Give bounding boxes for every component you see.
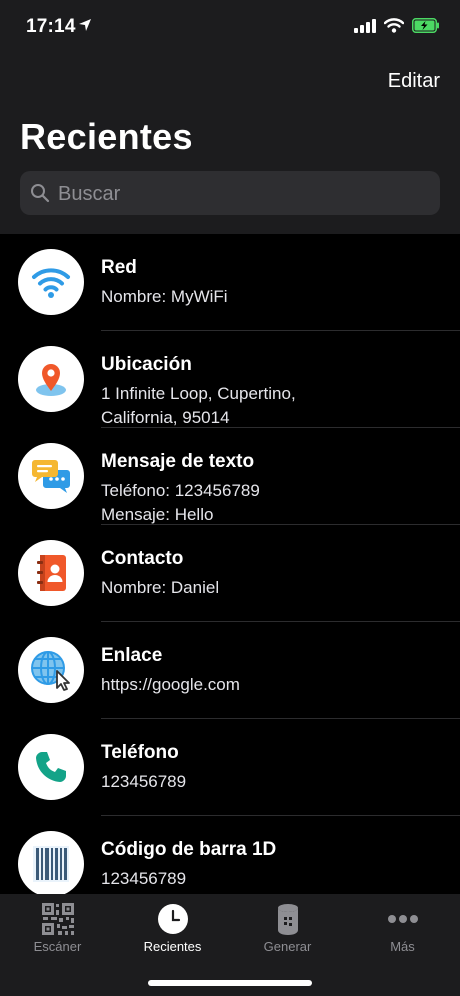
list-item-contact[interactable]: Contacto Nombre: Daniel	[0, 525, 460, 622]
tab-label: Generar	[263, 939, 312, 954]
search-bar[interactable]	[20, 171, 440, 217]
item-subtitle: https://google.com	[101, 675, 240, 694]
list-item-phone[interactable]: Teléfono 123456789	[0, 719, 460, 816]
more-dots-icon	[345, 902, 460, 936]
item-title: Enlace	[101, 645, 163, 666]
status-indicators	[354, 18, 440, 38]
tab-scanner[interactable]: Escáner	[0, 894, 115, 964]
item-subtitle: Nombre: Daniel	[101, 578, 220, 597]
search-icon	[31, 184, 50, 203]
barcode-icon	[18, 831, 84, 894]
list-item-text-message[interactable]: Mensaje de texto Teléfono: 123456789 Men…	[0, 428, 460, 525]
location-arrow-icon	[78, 18, 92, 37]
tab-recents[interactable]: Recientes	[115, 894, 230, 964]
contact-book-icon	[18, 540, 84, 606]
status-bar: 17:14	[0, 0, 460, 58]
edit-button[interactable]: Editar	[388, 70, 440, 93]
wifi-status-icon	[383, 18, 405, 38]
item-subtitle: 123456789	[101, 869, 187, 888]
item-subtitle: Nombre: MyWiFi	[101, 287, 228, 306]
battery-charging-icon	[412, 18, 440, 38]
recents-list: Red Nombre: MyWiFi Ubicación 1 Infinite …	[0, 234, 460, 894]
tab-label: Más	[390, 939, 415, 954]
location-pin-icon	[18, 346, 84, 412]
tab-more[interactable]: Más	[345, 894, 460, 964]
paint-bucket-icon	[230, 902, 345, 936]
globe-cursor-icon	[18, 637, 84, 703]
tab-label: Escáner	[33, 939, 82, 954]
list-item-location[interactable]: Ubicación 1 Infinite Loop, Cupertino, Ca…	[0, 331, 460, 428]
qr-code-icon	[0, 902, 115, 936]
list-item-network[interactable]: Red Nombre: MyWiFi	[0, 234, 460, 331]
cellular-signal-icon	[354, 18, 376, 38]
item-title: Contacto	[101, 548, 184, 569]
home-indicator[interactable]	[148, 980, 312, 986]
page-title: Recientes	[20, 116, 193, 157]
item-title: Red	[101, 257, 137, 278]
chat-bubbles-icon	[18, 443, 84, 509]
clock-icon	[115, 902, 230, 936]
item-subtitle: 123456789	[101, 772, 187, 791]
wifi-icon	[18, 249, 84, 315]
tab-label: Recientes	[143, 939, 202, 954]
list-item-link[interactable]: Enlace https://google.com	[0, 622, 460, 719]
navigation-header: Editar Recientes	[0, 58, 460, 234]
item-subtitle: 1 Infinite Loop, Cupertino, California, …	[101, 384, 296, 427]
item-title: Teléfono	[101, 742, 179, 763]
list-item-barcode[interactable]: Código de barra 1D 123456789	[0, 816, 460, 894]
phone-icon	[18, 734, 84, 800]
tab-generate[interactable]: Generar	[230, 894, 345, 964]
search-input[interactable]	[56, 171, 430, 217]
item-title: Código de barra 1D	[101, 839, 277, 860]
status-time: 17:14	[26, 16, 76, 37]
item-subtitle: Teléfono: 123456789 Mensaje: Hello	[101, 481, 260, 524]
item-title: Mensaje de texto	[101, 451, 255, 472]
item-title: Ubicación	[101, 354, 192, 375]
